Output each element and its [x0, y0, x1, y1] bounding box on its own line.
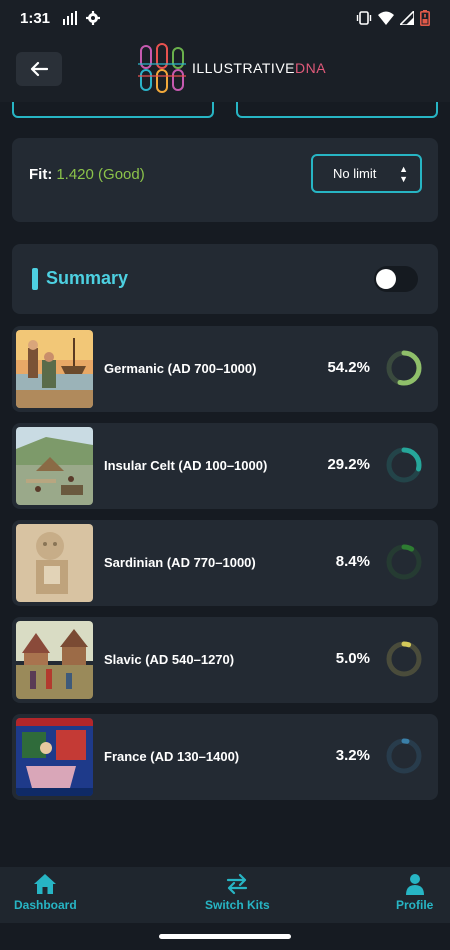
- nav-dashboard[interactable]: Dashboard: [14, 873, 77, 912]
- population-name: Insular Celt (AD 100–1000): [104, 458, 268, 473]
- population-select-left[interactable]: ▾: [12, 102, 214, 118]
- dna-logo-icon: [138, 43, 186, 93]
- population-row[interactable]: Insular Celt (AD 100–1000) 29.2%: [12, 423, 438, 509]
- population-name: Slavic (AD 540–1270): [104, 652, 235, 667]
- up-down-arrows-icon: ▲ ▼: [399, 164, 408, 184]
- nav-profile[interactable]: Profile: [396, 873, 433, 912]
- nav-switch-kits[interactable]: Switch Kits: [205, 873, 270, 912]
- ring-track: [386, 544, 422, 580]
- home-indicator: [0, 923, 450, 950]
- population-thumbnail: [16, 330, 93, 408]
- population-select-right[interactable]: ▾: [236, 102, 438, 118]
- population-name: Sardinian (AD 770–1000): [104, 555, 256, 570]
- percent-ring-chart: [386, 350, 422, 386]
- ring-track: [386, 641, 422, 677]
- population-percent: 3.2%: [335, 747, 370, 764]
- summary-title: Summary: [46, 268, 129, 288]
- vibrate-icon: [356, 11, 372, 25]
- fit-card: Fit: 1.420 (Good) No limit ▲ ▼: [12, 138, 438, 222]
- app-logo: ILLUSTRATIVEDNA: [138, 42, 326, 94]
- nav-profile-label: Profile: [396, 898, 434, 912]
- population-percent: 8.4%: [335, 553, 370, 570]
- bottom-navigation: Dashboard Switch Kits Profile: [0, 867, 450, 923]
- toggle-knob: [376, 269, 396, 289]
- percent-ring-chart: [386, 447, 422, 483]
- nav-dashboard-label: Dashboard: [14, 898, 77, 912]
- battery-icon: [420, 10, 430, 26]
- population-percent: 29.2%: [327, 456, 370, 473]
- nav-switch-kits-label: Switch Kits: [205, 898, 270, 912]
- status-bar: 1:31: [0, 0, 450, 36]
- population-percent: 5.0%: [335, 650, 370, 667]
- fit-label: Fit: 1.420 (Good): [29, 166, 145, 183]
- main-content: ▾ ▾ Fit:1.420 (Good) No limit ▲▼ Summary: [0, 102, 450, 867]
- population-row[interactable]: France (AD 130–1400) 3.2%: [12, 714, 438, 800]
- wifi-icon: [378, 11, 394, 25]
- settings-gear-icon: [86, 11, 101, 25]
- population-thumbnail: [16, 427, 93, 505]
- population-row[interactable]: Sardinian (AD 770–1000) 8.4%: [12, 520, 438, 606]
- percent-ring-chart: [386, 738, 422, 774]
- population-percent: 54.2%: [327, 359, 370, 376]
- status-time: 1:31: [20, 9, 51, 27]
- fit-value: 1.420 (Good): [56, 166, 145, 183]
- population-name: Germanic (AD 700–1000): [104, 361, 257, 376]
- population-row[interactable]: Germanic (AD 700–1000) 54.2%: [12, 326, 438, 412]
- summary-header: Summary: [12, 244, 438, 314]
- arrow-left-icon: [30, 61, 48, 77]
- back-button[interactable]: [16, 52, 62, 86]
- home-indicator-bar[interactable]: [159, 934, 291, 939]
- ring-track: [386, 738, 422, 774]
- population-thumbnail: [16, 524, 93, 602]
- limit-select-value: No limit: [333, 166, 377, 181]
- population-thumbnail: [16, 621, 93, 699]
- logo-text: ILLUSTRATIVEDNA: [192, 60, 327, 76]
- swap-arrows-icon: [227, 873, 248, 895]
- app-bar: ILLUSTRATIVEDNA: [0, 36, 450, 102]
- home-icon: [34, 874, 57, 894]
- data-usage-icon: [63, 11, 78, 25]
- summary-accent-bar: [32, 268, 38, 290]
- person-icon: [405, 874, 424, 895]
- population-thumbnail: [16, 718, 93, 796]
- summary-toggle[interactable]: [374, 266, 418, 292]
- population-name: France (AD 130–1400): [104, 749, 240, 764]
- percent-ring-chart: [386, 544, 422, 580]
- limit-select[interactable]: No limit ▲ ▼: [311, 154, 422, 193]
- percent-ring-chart: [386, 641, 422, 677]
- signal-icon: [400, 11, 414, 25]
- population-row[interactable]: Slavic (AD 540–1270) 5.0%: [12, 617, 438, 703]
